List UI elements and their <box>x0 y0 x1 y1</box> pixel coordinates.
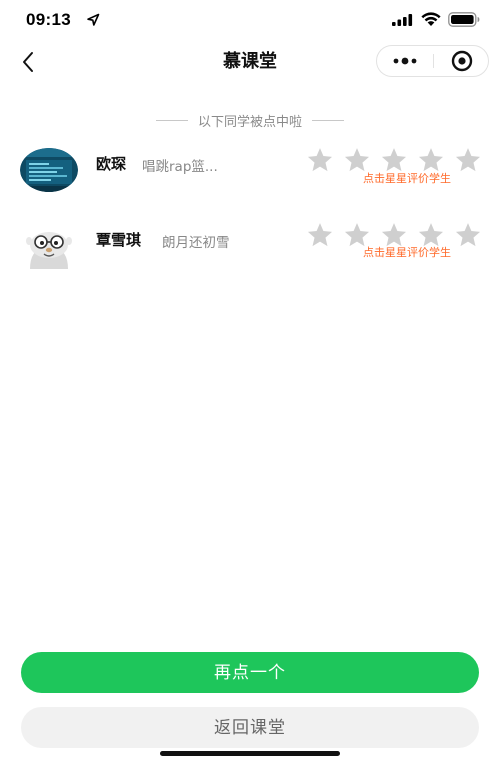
pick-another-button[interactable]: 再点一个 <box>21 652 479 693</box>
student-name: 欧琛 <box>96 155 127 173</box>
student-motto: 朗月还初雪 <box>162 235 230 251</box>
status-bar: 09:13 <box>0 0 500 40</box>
student-motto: 唱跳rap篮... <box>142 159 218 175</box>
rate-hint: 点击星星评价学生 <box>363 172 451 185</box>
star-icon[interactable] <box>306 146 334 174</box>
back-to-class-button[interactable]: 返回课堂 <box>21 707 479 748</box>
avatar <box>20 225 78 269</box>
student-name: 覃雪琪 <box>96 231 142 249</box>
status-time: 09:13 <box>26 10 71 29</box>
target-close-icon <box>451 50 472 72</box>
student-row: 欧琛 唱跳rap篮... 点击星星评价学生 <box>0 140 500 200</box>
more-button[interactable] <box>377 46 433 76</box>
cellular-signal-icon <box>392 14 413 26</box>
star-rating <box>306 146 482 172</box>
student-row: 覃雪琪 朗月还初雪 点击星星评价学生 <box>0 215 500 275</box>
section-header: 以下同学被点中啦 <box>0 110 500 130</box>
battery-icon <box>448 12 480 27</box>
screenshot-avatar-image <box>20 148 78 192</box>
back-button[interactable] <box>14 48 42 76</box>
location-arrow-icon <box>87 13 100 26</box>
divider-line <box>155 119 188 121</box>
wifi-icon <box>421 12 441 26</box>
nav-bar: 慕课堂 <box>0 40 500 84</box>
more-dots-icon <box>393 57 417 65</box>
section-title: 以下同学被点中啦 <box>197 114 302 130</box>
close-miniprogram-button[interactable] <box>434 46 489 76</box>
home-indicator <box>160 751 340 756</box>
rate-hint: 点击星星评价学生 <box>363 246 451 259</box>
capsule-menu <box>376 45 489 77</box>
avatar <box>20 148 78 192</box>
star-icon[interactable] <box>306 221 334 249</box>
chevron-left-icon <box>23 52 33 72</box>
divider-line <box>312 119 344 121</box>
cartoon-character-avatar-image <box>26 232 72 269</box>
